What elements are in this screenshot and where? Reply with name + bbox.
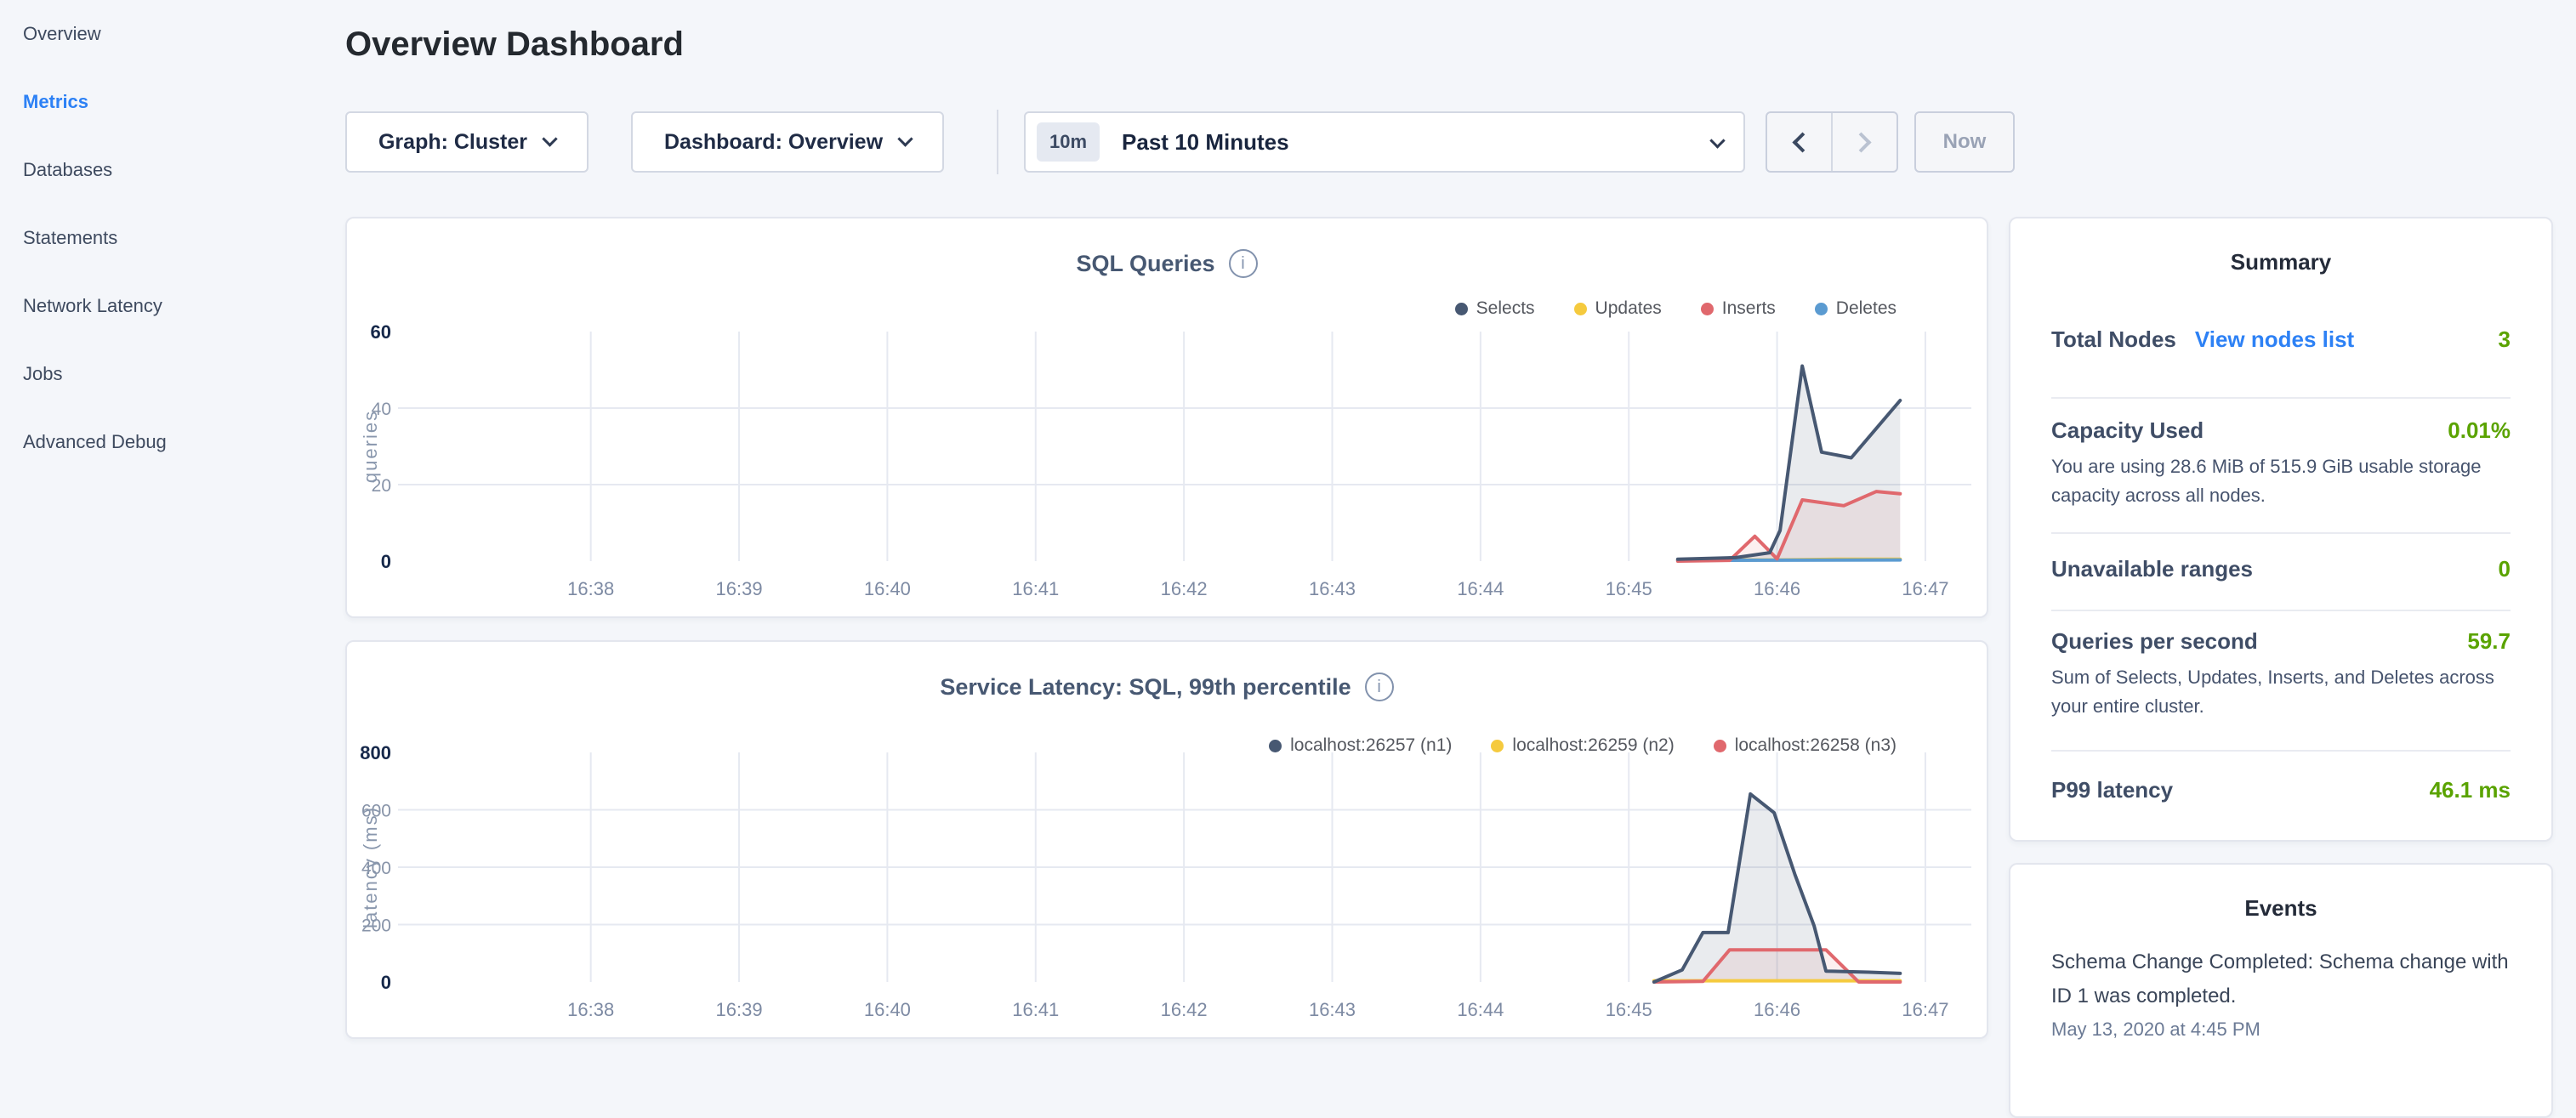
next-range-button[interactable] xyxy=(1831,113,1896,171)
capacity-used-label: Capacity Used xyxy=(2051,417,2204,444)
time-range-picker[interactable]: 10m Past 10 Minutes xyxy=(1024,111,1745,173)
svg-text:16:40: 16:40 xyxy=(864,999,911,1020)
legend-item[interactable]: Deletes xyxy=(1815,298,1896,319)
sidebar: Overview Metrics Databases Statements Ne… xyxy=(23,0,329,476)
svg-text:16:43: 16:43 xyxy=(1309,578,1356,599)
legend-item[interactable]: Updates xyxy=(1574,298,1662,319)
svg-text:16:46: 16:46 xyxy=(1754,578,1800,599)
unavailable-ranges-value: 0 xyxy=(2499,556,2511,582)
sidebar-item-overview[interactable]: Overview xyxy=(23,0,329,68)
queries-per-second-subtext: Sum of Selects, Updates, Inserts, and De… xyxy=(2051,663,2511,721)
controls-divider xyxy=(997,110,998,174)
svg-text:16:43: 16:43 xyxy=(1309,999,1356,1020)
sidebar-item-statements[interactable]: Statements xyxy=(23,204,329,272)
view-nodes-list-link[interactable]: View nodes list xyxy=(2195,326,2354,353)
event-message: Schema Change Completed: Schema change w… xyxy=(2051,945,2511,1013)
capacity-used-value: 0.01% xyxy=(2448,417,2511,444)
sidebar-item-jobs[interactable]: Jobs xyxy=(23,340,329,408)
svg-text:800: 800 xyxy=(360,742,391,763)
summary-panel: Summary Total Nodes View nodes list 3 Ca… xyxy=(2009,217,2553,842)
page-title: Overview Dashboard xyxy=(345,26,684,64)
svg-text:16:39: 16:39 xyxy=(716,578,763,599)
summary-row-p99-latency: P99 latency 46.1 ms xyxy=(2051,752,2511,803)
svg-text:16:38: 16:38 xyxy=(567,999,614,1020)
prev-range-button[interactable] xyxy=(1767,113,1831,171)
chevron-left-icon xyxy=(1792,132,1812,152)
time-range-badge: 10m xyxy=(1037,122,1100,162)
capacity-used-subtext: You are using 28.6 MiB of 515.9 GiB usab… xyxy=(2051,452,2511,510)
chart-title: SQL Queries xyxy=(1076,251,1214,277)
sql-queries-chart[interactable]: 020406016:3816:3916:4016:4116:4216:4316:… xyxy=(347,321,1988,603)
info-icon[interactable]: i xyxy=(1229,249,1258,278)
svg-text:16:38: 16:38 xyxy=(567,578,614,599)
total-nodes-label: Total Nodes xyxy=(2051,326,2176,353)
svg-text:16:42: 16:42 xyxy=(1161,578,1208,599)
svg-text:16:47: 16:47 xyxy=(1902,999,1948,1020)
svg-text:16:40: 16:40 xyxy=(864,578,911,599)
summary-row-unavailable-ranges: Unavailable ranges 0 xyxy=(2051,534,2511,611)
legend-dot-icon xyxy=(1701,303,1714,315)
svg-text:16:45: 16:45 xyxy=(1606,999,1652,1020)
events-title: Events xyxy=(2010,865,2551,922)
time-range-label: Past 10 Minutes xyxy=(1122,129,1712,156)
svg-text:16:44: 16:44 xyxy=(1457,999,1504,1020)
unavailable-ranges-label: Unavailable ranges xyxy=(2051,556,2253,582)
sql-queries-chart-card: SQL Queries i Selects Updates Inserts Delet… xyxy=(345,217,1988,618)
chevron-right-icon xyxy=(1851,132,1871,152)
dashboard-dropdown-label: Dashboard: Overview xyxy=(664,130,883,155)
sidebar-item-databases[interactable]: Databases xyxy=(23,136,329,204)
svg-text:16:42: 16:42 xyxy=(1161,999,1208,1020)
graph-dropdown[interactable]: Graph: Cluster xyxy=(345,111,589,173)
legend-item[interactable]: Selects xyxy=(1455,298,1535,319)
svg-text:16:41: 16:41 xyxy=(1012,999,1059,1020)
info-icon[interactable]: i xyxy=(1365,673,1394,701)
event-timestamp: May 13, 2020 at 4:45 PM xyxy=(2051,1019,2511,1041)
sidebar-item-network-latency[interactable]: Network Latency xyxy=(23,272,329,340)
p99-latency-label: P99 latency xyxy=(2051,777,2173,803)
summary-row-queries-per-second: Queries per second 59.7 Sum of Selects, … xyxy=(2051,611,2511,752)
summary-row-total-nodes: Total Nodes View nodes list 3 xyxy=(2051,275,2511,399)
legend-dot-icon xyxy=(1455,303,1468,315)
service-latency-chart-card: Service Latency: SQL, 99th percentile i … xyxy=(345,640,1988,1039)
events-panel: Events Schema Change Completed: Schema c… xyxy=(2009,863,2553,1118)
chart-legend: Selects Updates Inserts Deletes xyxy=(1455,298,1896,319)
legend-label: Selects xyxy=(1476,298,1535,319)
legend-dot-icon xyxy=(1815,303,1828,315)
queries-per-second-label: Queries per second xyxy=(2051,628,2258,655)
summary-title: Summary xyxy=(2010,218,2551,275)
chevron-down-icon xyxy=(542,131,557,146)
svg-text:16:44: 16:44 xyxy=(1457,578,1504,599)
legend-dot-icon xyxy=(1574,303,1587,315)
now-button[interactable]: Now xyxy=(1914,111,2015,173)
legend-label: Deletes xyxy=(1836,298,1896,319)
sidebar-item-metrics[interactable]: Metrics xyxy=(23,68,329,136)
svg-text:queries: queries xyxy=(360,410,381,483)
p99-latency-value: 46.1 ms xyxy=(2430,777,2511,803)
svg-text:16:45: 16:45 xyxy=(1606,578,1652,599)
graph-dropdown-label: Graph: Cluster xyxy=(378,130,527,155)
queries-per-second-value: 59.7 xyxy=(2467,628,2511,655)
total-nodes-value: 3 xyxy=(2499,326,2511,353)
svg-text:60: 60 xyxy=(371,321,391,343)
sidebar-item-advanced-debug[interactable]: Advanced Debug xyxy=(23,408,329,476)
svg-text:latency (ms): latency (ms) xyxy=(360,806,381,928)
time-range-nav xyxy=(1766,111,1898,173)
svg-text:16:39: 16:39 xyxy=(716,999,763,1020)
service-latency-chart[interactable]: 020040060080016:3816:3916:4016:4116:4216… xyxy=(347,741,1988,1024)
legend-label: Inserts xyxy=(1722,298,1776,319)
svg-text:16:41: 16:41 xyxy=(1012,578,1059,599)
chart-title: Service Latency: SQL, 99th percentile xyxy=(940,674,1351,701)
svg-text:16:46: 16:46 xyxy=(1754,999,1800,1020)
svg-text:16:47: 16:47 xyxy=(1902,578,1948,599)
chevron-down-icon xyxy=(897,131,913,146)
svg-text:0: 0 xyxy=(381,551,391,572)
legend-label: Updates xyxy=(1595,298,1662,319)
summary-row-capacity-used: Capacity Used 0.01% You are using 28.6 M… xyxy=(2051,399,2511,534)
legend-item[interactable]: Inserts xyxy=(1701,298,1776,319)
svg-text:0: 0 xyxy=(381,972,391,993)
chevron-down-icon xyxy=(1709,133,1725,148)
dashboard-dropdown[interactable]: Dashboard: Overview xyxy=(631,111,944,173)
